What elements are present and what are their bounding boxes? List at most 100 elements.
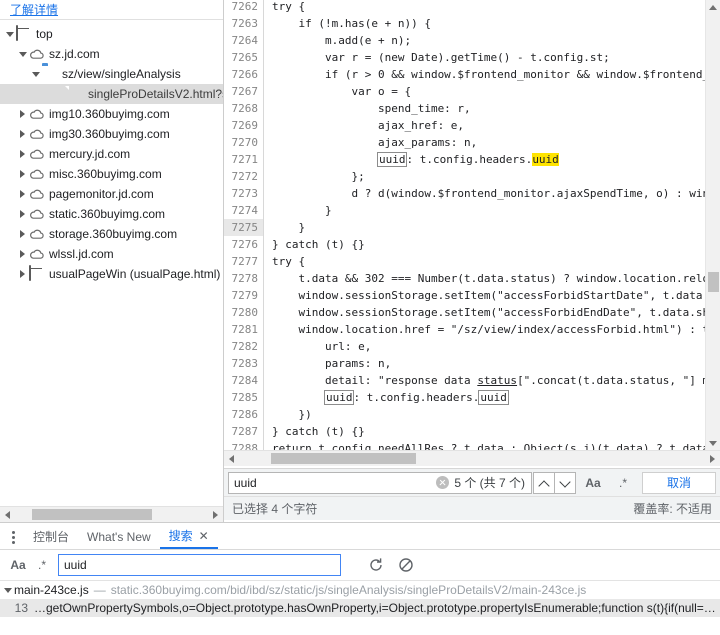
- clear-circle-icon[interactable]: [436, 476, 450, 489]
- frame-tree-item[interactable]: static.360buyimg.com: [0, 204, 223, 224]
- scroll-down-arrow-icon[interactable]: [706, 436, 720, 450]
- search-match-case-toggle[interactable]: Aa: [6, 554, 30, 576]
- chevron-down-icon[interactable]: [30, 68, 42, 80]
- code-line[interactable]: 7276} catch (t) {}: [224, 236, 720, 253]
- code-line-text[interactable]: window.sessionStorage.setItem("accessFor…: [264, 287, 709, 304]
- frame-tree-hscrollbar[interactable]: [0, 506, 223, 522]
- kebab-menu-icon[interactable]: [2, 525, 24, 549]
- code-lines[interactable]: 7262 try {7263 if (!m.has(e + n)) {7264 m…: [224, 0, 720, 450]
- code-line-text[interactable]: ajax_href: e,: [264, 117, 464, 134]
- chevron-right-icon[interactable]: [17, 108, 29, 120]
- code-line-text[interactable]: if (!m.has(e + n)) {: [264, 15, 430, 32]
- code-line[interactable]: 7285 uuid: t.config.headers.uuid: [224, 389, 720, 406]
- code-line[interactable]: 7271 uuid: t.config.headers.uuid: [224, 151, 720, 168]
- code-line-text[interactable]: url: e,: [264, 338, 371, 355]
- no-entry-icon[interactable]: [395, 554, 417, 576]
- code-vscrollbar[interactable]: [705, 0, 720, 450]
- chevron-right-icon[interactable]: [17, 128, 29, 140]
- code-line-text[interactable]: spend_time: r,: [264, 100, 471, 117]
- code-line[interactable]: 7279 window.sessionStorage.setItem("acce…: [224, 287, 720, 304]
- code-line-text[interactable]: var o = {: [264, 83, 411, 100]
- code-line[interactable]: 7272 };: [224, 168, 720, 185]
- code-scroll-right-arrow-icon[interactable]: [704, 451, 720, 466]
- code-line-text[interactable]: window.location.href = "/sz/view/index/a…: [264, 321, 709, 338]
- frame-tree-hscroll-thumb[interactable]: [32, 509, 152, 520]
- code-line[interactable]: 7273 d ? d(window.$frontend_monitor.ajax…: [224, 185, 720, 202]
- search-regex-toggle[interactable]: .*: [30, 554, 54, 576]
- code-line-text[interactable]: d ? d(window.$frontend_monitor.ajaxSpend…: [264, 185, 709, 202]
- code-line-text[interactable]: } catch (t) {}: [264, 423, 365, 440]
- code-hscroll-track[interactable]: [240, 451, 704, 466]
- frame-tree-hscroll-track[interactable]: [16, 507, 207, 522]
- refresh-icon[interactable]: [365, 554, 387, 576]
- learn-more-link[interactable]: 了解详情: [10, 1, 58, 18]
- chevron-right-icon[interactable]: [17, 248, 29, 260]
- code-line[interactable]: 7267 var o = {: [224, 83, 720, 100]
- code-line-text[interactable]: }): [264, 406, 311, 423]
- chevron-down-icon[interactable]: [2, 584, 14, 596]
- code-line-text[interactable]: }: [264, 202, 332, 219]
- find-regex-toggle[interactable]: .*: [610, 472, 636, 494]
- code-editor[interactable]: 7262 try {7263 if (!m.has(e + n)) {7264 m…: [224, 0, 720, 450]
- code-line[interactable]: 7264 m.add(e + n);: [224, 32, 720, 49]
- chevron-right-icon[interactable]: [17, 208, 29, 220]
- code-line[interactable]: 7274 }: [224, 202, 720, 219]
- code-line[interactable]: 7265 var r = (new Date).getTime() - t.co…: [224, 49, 720, 66]
- code-line-text[interactable]: if (r > 0 && window.$frontend_monitor &&…: [264, 66, 709, 83]
- chevron-down-icon[interactable]: [17, 48, 29, 60]
- code-vscroll-thumb[interactable]: [708, 272, 719, 292]
- find-prev-button[interactable]: [533, 471, 555, 494]
- frame-tree-item[interactable]: singleProDetailsV2.html?sxu=: [0, 84, 223, 104]
- find-input-wrapper[interactable]: 5 个 (共 7 个): [228, 471, 532, 494]
- code-line[interactable]: 7286 }): [224, 406, 720, 423]
- code-line-text[interactable]: try {: [264, 253, 305, 270]
- code-line-text[interactable]: var r = (new Date).getTime() - t.config.…: [264, 49, 610, 66]
- chevron-right-icon[interactable]: [17, 188, 29, 200]
- code-line[interactable]: 7282 url: e,: [224, 338, 720, 355]
- frame-tree-item[interactable]: img30.360buyimg.com: [0, 124, 223, 144]
- code-hscrollbar[interactable]: [224, 450, 720, 466]
- code-line-text[interactable]: try {: [264, 0, 305, 15]
- chevron-right-icon[interactable]: [17, 148, 29, 160]
- scroll-right-arrow-icon[interactable]: [207, 507, 223, 522]
- code-line[interactable]: 7269 ajax_href: e,: [224, 117, 720, 134]
- code-line[interactable]: 7284 detail: "response data status[".con…: [224, 372, 720, 389]
- code-line[interactable]: 7287} catch (t) {}: [224, 423, 720, 440]
- code-line[interactable]: 7277 try {: [224, 253, 720, 270]
- frame-tree-item[interactable]: pagemonitor.jd.com: [0, 184, 223, 204]
- frame-tree-item[interactable]: storage.360buyimg.com: [0, 224, 223, 244]
- code-line[interactable]: 7283 params: n,: [224, 355, 720, 372]
- drawer-tab[interactable]: What's New: [78, 524, 160, 549]
- frame-tree-item[interactable]: usualPageWin (usualPage.html): [0, 264, 223, 284]
- frame-tree-item[interactable]: sz.jd.com: [0, 44, 223, 64]
- find-next-button[interactable]: [554, 471, 576, 494]
- frame-tree-item[interactable]: misc.360buyimg.com: [0, 164, 223, 184]
- code-line-text[interactable]: }: [264, 219, 305, 236]
- code-line-text[interactable]: m.add(e + n);: [264, 32, 411, 49]
- drawer-tab[interactable]: 控制台: [24, 524, 78, 549]
- code-line-text[interactable]: };: [264, 168, 364, 185]
- scroll-up-arrow-icon[interactable]: [706, 0, 720, 14]
- search-result-row[interactable]: 13 …getOwnPropertySymbols,o=Object.protot…: [0, 599, 720, 617]
- code-line[interactable]: 7275 }: [224, 219, 720, 236]
- close-icon[interactable]: ✕: [199, 530, 209, 542]
- scroll-left-arrow-icon[interactable]: [0, 507, 16, 522]
- find-cancel-button[interactable]: 取消: [642, 471, 716, 494]
- code-line[interactable]: 7288 return t.config.needAllRes ? t.data …: [224, 440, 720, 450]
- code-line[interactable]: 7281 window.location.href = "/sz/view/in…: [224, 321, 720, 338]
- code-line-text[interactable]: window.sessionStorage.setItem("accessFor…: [264, 304, 709, 321]
- chevron-right-icon[interactable]: [17, 228, 29, 240]
- code-line-text[interactable]: params: n,: [264, 355, 391, 372]
- code-line[interactable]: 7270 ajax_params: n,: [224, 134, 720, 151]
- code-line-text[interactable]: ajax_params: n,: [264, 134, 477, 151]
- frame-tree-item[interactable]: wlssl.jd.com: [0, 244, 223, 264]
- frame-tree-item[interactable]: img10.360buyimg.com: [0, 104, 223, 124]
- chevron-right-icon[interactable]: [17, 168, 29, 180]
- find-input[interactable]: [229, 474, 437, 491]
- search-result-group[interactable]: main-243ce.js — static.360buyimg.com/bid…: [0, 581, 720, 599]
- code-line-text[interactable]: detail: "response data status[".concat(t…: [264, 372, 709, 389]
- code-line[interactable]: 7263 if (!m.has(e + n)) {: [224, 15, 720, 32]
- code-line[interactable]: 7278 t.data && 302 === Number(t.data.sta…: [224, 270, 720, 287]
- frame-tree-item[interactable]: top: [0, 24, 223, 44]
- code-line-text[interactable]: uuid: t.config.headers.uuid: [264, 389, 509, 406]
